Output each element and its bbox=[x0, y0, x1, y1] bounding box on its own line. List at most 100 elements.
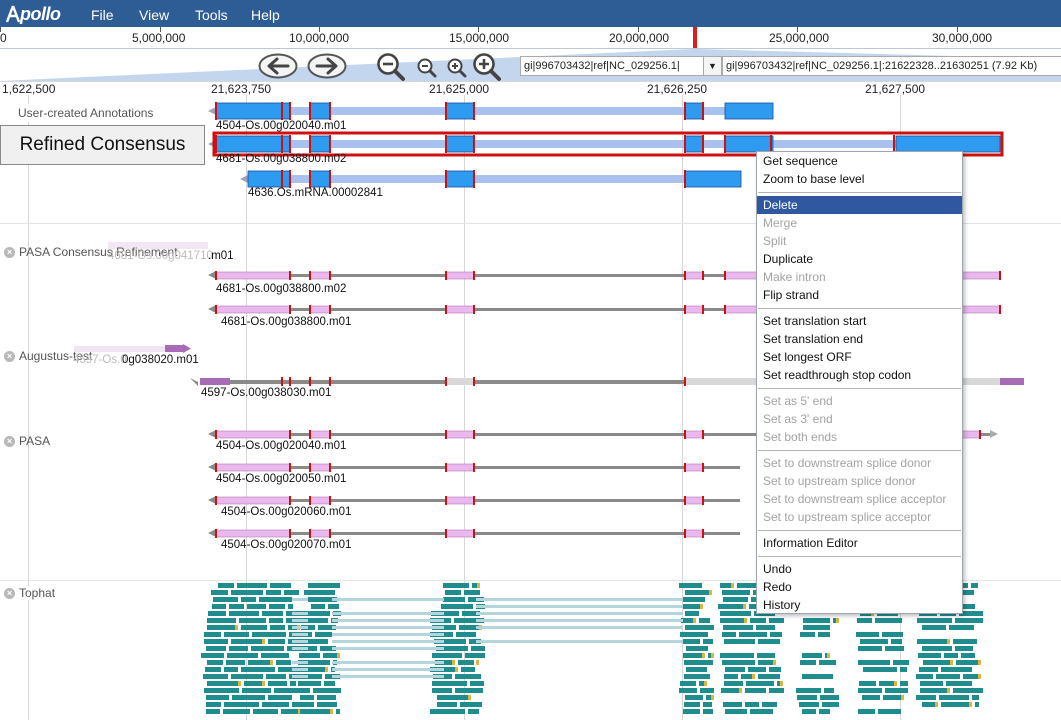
menu-item-upstream-splice-donor[interactable]: Set to upstream splice donor bbox=[757, 472, 962, 490]
strand-arrow bbox=[208, 496, 216, 504]
exon bbox=[215, 135, 291, 153]
splice-site-marker bbox=[309, 135, 311, 153]
read bbox=[720, 618, 747, 623]
menu-item-set-translation-end[interactable]: Set translation end bbox=[757, 330, 962, 348]
menu-item-merge[interactable]: Merge bbox=[757, 214, 962, 232]
menu-item-set-as-5-end[interactable]: Set as 5' end bbox=[757, 392, 962, 410]
exon-boundary bbox=[445, 496, 447, 505]
reference-sequence-select[interactable]: gi|996703432|ref|NC_029256.1| ▼ bbox=[520, 56, 722, 76]
read bbox=[268, 681, 287, 686]
read bbox=[203, 674, 228, 679]
menu-item-set-both-ends[interactable]: Set both ends bbox=[757, 428, 962, 446]
read bbox=[207, 618, 236, 623]
zoom-in-icon[interactable] bbox=[446, 57, 468, 79]
evidence-exon bbox=[215, 430, 291, 439]
overview-location-marker[interactable] bbox=[693, 27, 697, 48]
read bbox=[437, 695, 471, 700]
menu-item-split[interactable]: Split bbox=[757, 232, 962, 250]
menu-view[interactable]: View bbox=[137, 0, 171, 27]
read bbox=[941, 667, 972, 672]
close-track-icon[interactable]: × bbox=[4, 246, 15, 258]
menu-item-redo[interactable]: Redo bbox=[757, 578, 962, 596]
read bbox=[266, 590, 281, 595]
exon-boundary bbox=[309, 496, 311, 505]
exon-boundary bbox=[309, 529, 311, 538]
read bbox=[758, 639, 780, 644]
splice-site-marker bbox=[289, 170, 291, 188]
zoom-out-icon[interactable] bbox=[416, 57, 438, 79]
read bbox=[975, 702, 979, 707]
menu-item-downstream-splice-acceptor[interactable]: Set to downstream splice acceptor bbox=[757, 490, 962, 508]
menu-file[interactable]: File bbox=[89, 0, 116, 27]
menu-item-make-intron[interactable]: Make intron bbox=[757, 268, 962, 286]
menu-item-duplicate[interactable]: Duplicate bbox=[757, 250, 962, 268]
apollo-window: pollo File View Tools Help 0 5,000,000 1… bbox=[0, 0, 1061, 720]
read bbox=[946, 681, 972, 686]
menu-item-set-longest-orf[interactable]: Set longest ORF bbox=[757, 348, 962, 366]
chevron-down-icon[interactable]: ▼ bbox=[703, 57, 721, 75]
splice-site-marker bbox=[289, 102, 291, 120]
exon-boundary bbox=[702, 496, 704, 505]
zoom-in-more-icon[interactable] bbox=[472, 52, 502, 82]
read bbox=[797, 695, 817, 700]
close-track-icon[interactable]: × bbox=[4, 435, 15, 447]
read bbox=[224, 667, 238, 672]
exon-boundary bbox=[215, 529, 217, 538]
read bbox=[207, 625, 238, 630]
menu-item-undo[interactable]: Undo bbox=[757, 560, 962, 578]
menu-item-upstream-splice-acceptor[interactable]: Set to upstream splice acceptor bbox=[757, 508, 962, 526]
pan-left-button[interactable] bbox=[258, 53, 298, 79]
read bbox=[757, 653, 775, 658]
overview-tick-label: 15,000,000 bbox=[449, 31, 510, 45]
read bbox=[745, 702, 759, 707]
read bbox=[683, 597, 705, 602]
exon-boundary bbox=[289, 377, 291, 386]
read-mismatch bbox=[702, 653, 705, 658]
feature-label: 4504-Os.00g020070.m01 bbox=[221, 539, 352, 551]
read bbox=[883, 695, 904, 700]
read bbox=[762, 702, 777, 707]
read bbox=[800, 660, 816, 665]
feature-label: 4681-Os.00g038800.m02 bbox=[216, 283, 347, 295]
menu-item-get-sequence[interactable]: Get sequence bbox=[757, 152, 962, 170]
menu-item-flip-strand[interactable]: Flip strand bbox=[757, 286, 962, 304]
exon-boundary bbox=[329, 529, 331, 538]
pan-right-button[interactable] bbox=[307, 53, 347, 79]
read bbox=[288, 604, 293, 609]
evidence-exon bbox=[445, 529, 475, 538]
menu-tools[interactable]: Tools bbox=[193, 0, 230, 27]
location-input[interactable]: gi|996703432|ref|NC_029256.1|:21622328..… bbox=[722, 56, 1061, 76]
splice-site-marker bbox=[684, 102, 686, 120]
evidence-exon bbox=[445, 305, 475, 314]
read bbox=[298, 681, 321, 686]
menu-item-set-as-3-end[interactable]: Set as 3' end bbox=[757, 410, 962, 428]
exon bbox=[684, 102, 704, 120]
feature-label: 4504-Os.00g020050.m01 bbox=[216, 473, 347, 485]
read-mismatch bbox=[836, 618, 839, 623]
menu-item-delete[interactable]: Delete bbox=[757, 196, 962, 214]
menu-help[interactable]: Help bbox=[249, 0, 282, 27]
menu-item-set-readthrough-stop-codon[interactable]: Set readthrough stop codon bbox=[757, 366, 962, 384]
apollo-logo[interactable]: pollo bbox=[6, 3, 61, 25]
read bbox=[824, 688, 834, 693]
strand-arrow bbox=[990, 430, 998, 438]
close-track-icon[interactable]: × bbox=[4, 350, 15, 362]
menu-separator bbox=[758, 556, 961, 557]
exon-boundary bbox=[445, 463, 447, 472]
zoom-out-more-icon[interactable] bbox=[376, 52, 406, 82]
read bbox=[916, 674, 933, 679]
read bbox=[251, 646, 284, 651]
menu-item-downstream-splice-donor[interactable]: Set to downstream splice donor bbox=[757, 454, 962, 472]
close-track-icon[interactable]: × bbox=[4, 587, 15, 599]
splice-site-marker bbox=[289, 135, 291, 153]
splice-site-marker bbox=[281, 135, 283, 153]
menu-item-zoom-to-base-level[interactable]: Zoom to base level bbox=[757, 170, 962, 188]
exon-boundary bbox=[309, 305, 311, 314]
menu-item-history[interactable]: History bbox=[757, 596, 962, 614]
menu-item-information-editor[interactable]: Information Editor bbox=[757, 534, 962, 552]
menu-item-set-translation-start[interactable]: Set translation start bbox=[757, 312, 962, 330]
read-mismatch bbox=[894, 681, 897, 686]
read-mismatch bbox=[476, 660, 479, 665]
read bbox=[802, 674, 833, 679]
evidence-exon bbox=[215, 463, 291, 472]
